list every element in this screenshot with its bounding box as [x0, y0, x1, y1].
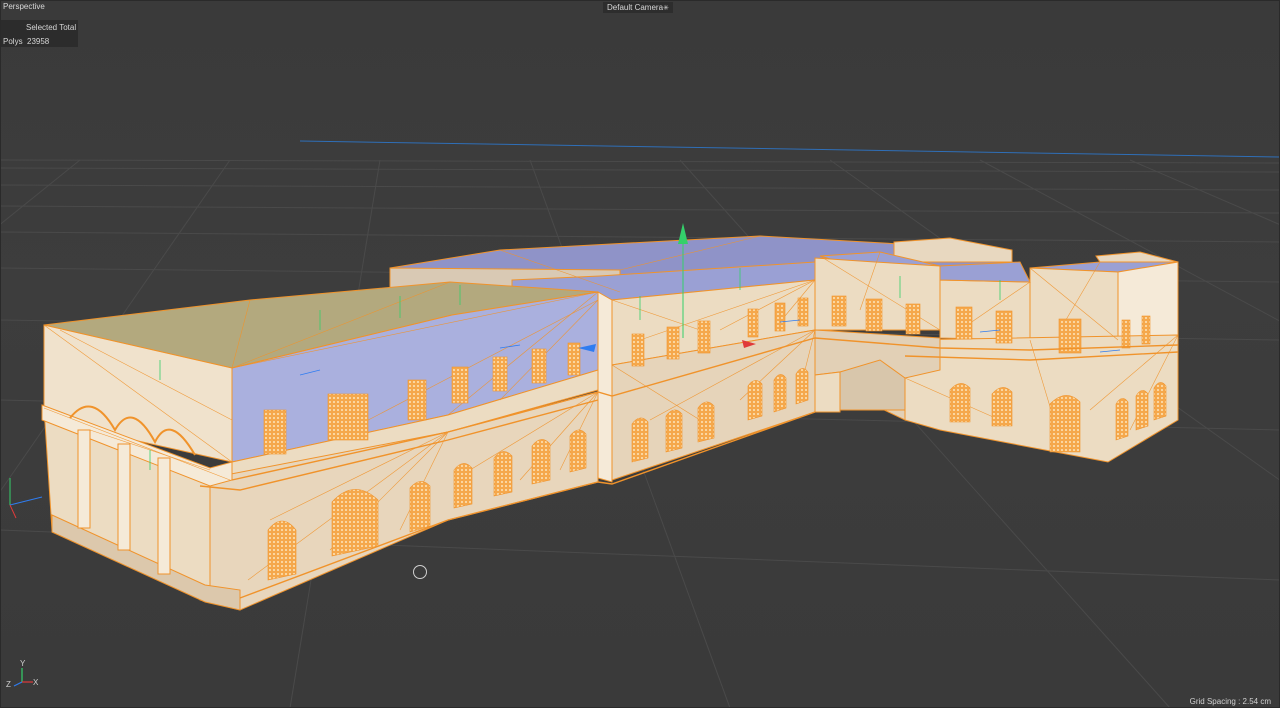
hud-polys-value: 23958: [27, 37, 50, 46]
grid-spacing-readout: Grid Spacing : 2.54 cm: [1189, 697, 1271, 706]
hud-header: Selected Total: [26, 23, 77, 32]
world-origin-axis: [9, 478, 43, 519]
hud-polys-label: Polys: [3, 37, 23, 46]
right-connector-front: [939, 279, 1031, 341]
axis-gizmo: Y Z X: [6, 659, 39, 689]
horizon-axis-line: [299, 140, 1280, 158]
axis-label-z: Z: [6, 680, 11, 689]
cursor-circle: [413, 565, 427, 579]
camera-link-icon[interactable]: ✳: [663, 5, 669, 12]
gizmo-y-axis-handle[interactable]: [678, 223, 688, 244]
right-upper-cap: [1095, 251, 1179, 263]
viewport-scene[interactable]: Y Z X: [0, 0, 1280, 708]
rear-gable-roof: [893, 237, 1013, 263]
hud-selected-total: Selected Total Polys 23958: [0, 20, 78, 47]
right-connector-roof: [939, 261, 1031, 283]
axis-label-x: X: [33, 678, 39, 687]
3d-viewport[interactable]: Y Z X Perspective Default Camera✳ Select…: [0, 0, 1280, 708]
camera-menu[interactable]: Default Camera✳: [603, 2, 673, 13]
archway-left-pier: [814, 371, 841, 413]
view-name-label[interactable]: Perspective: [3, 2, 45, 11]
central-pier: [597, 291, 613, 483]
axis-label-y: Y: [20, 659, 26, 668]
camera-name-label: Default Camera: [607, 3, 664, 12]
